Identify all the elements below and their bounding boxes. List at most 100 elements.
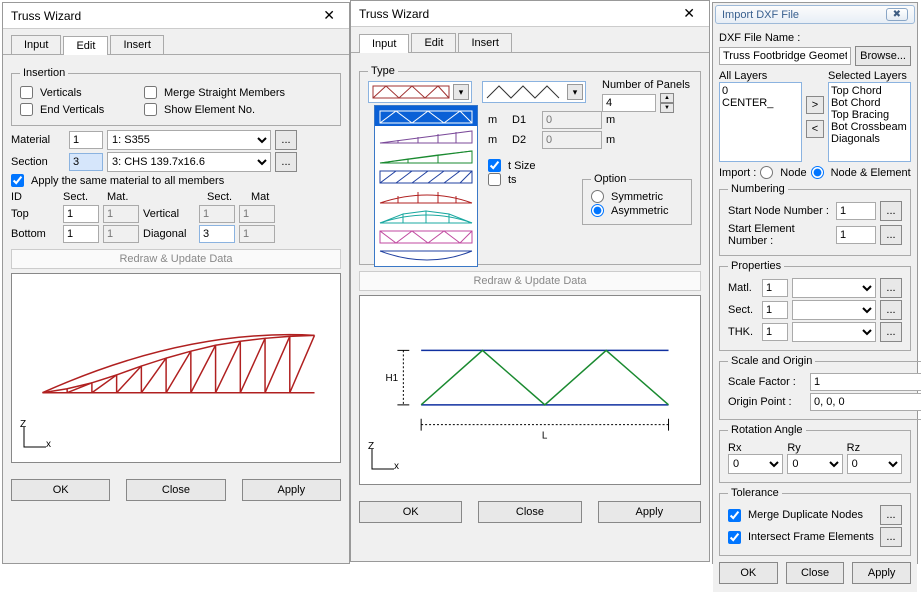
merge-nodes-browse[interactable]: ... (880, 505, 902, 525)
diagonal-sect[interactable] (199, 225, 235, 243)
ok-button[interactable]: OK (719, 562, 778, 584)
sect-select[interactable] (792, 300, 876, 320)
verticals-checkbox[interactable] (20, 86, 33, 99)
show-elem-checkbox[interactable] (144, 103, 157, 116)
rz-select[interactable]: 0 (847, 454, 902, 474)
tab-edit[interactable]: Edit (411, 33, 456, 52)
id-header: ID (11, 191, 59, 203)
browse-button[interactable]: Browse... (855, 46, 911, 66)
section-id[interactable] (69, 153, 103, 171)
merge-nodes-checkbox[interactable] (728, 509, 741, 522)
matl-id[interactable] (762, 279, 788, 297)
d1-label: D1 (512, 114, 538, 126)
panels-spinner-down[interactable]: ▼ (660, 103, 674, 113)
close-icon[interactable]: ✖ (886, 8, 908, 21)
import-node-radio[interactable] (760, 166, 773, 179)
material-id[interactable] (69, 131, 103, 149)
material-select[interactable]: 1: S355 (107, 130, 271, 150)
list-item[interactable]: Bot Crossbeam (831, 121, 908, 133)
section-select[interactable]: 3: CHS 139.7x16.6 (107, 152, 271, 172)
list-item[interactable]: Top Chord (831, 85, 908, 97)
type-combo-1[interactable]: ▾ (368, 81, 472, 103)
close-button[interactable]: Close (786, 562, 845, 584)
type-combo-2[interactable]: ▾ (482, 81, 586, 103)
ry-select[interactable]: 0 (787, 454, 842, 474)
dialog-buttons: OK Close Apply (351, 493, 709, 531)
all-layers-list[interactable]: 0 CENTER_ (719, 82, 802, 162)
list-item[interactable]: Diagonals (831, 133, 908, 145)
ok-button[interactable]: OK (359, 501, 462, 523)
close-button[interactable]: Close (126, 479, 225, 501)
type-option-7[interactable] (375, 226, 477, 246)
tab-edit[interactable]: Edit (63, 36, 108, 55)
list-item[interactable]: Bot Chord (831, 97, 908, 109)
t-size-checkbox[interactable] (488, 159, 501, 172)
apply-button[interactable]: Apply (242, 479, 341, 501)
rx-select[interactable]: 0 (728, 454, 783, 474)
bottom-mat (103, 225, 139, 243)
section-browse-button[interactable]: ... (275, 152, 297, 172)
move-left-button[interactable]: < (806, 120, 824, 138)
merge-checkbox[interactable] (144, 86, 157, 99)
type-option-2[interactable] (375, 126, 477, 146)
apply-button[interactable]: Apply (852, 562, 911, 584)
intersect-checkbox[interactable] (728, 531, 741, 544)
scale-field[interactable] (810, 373, 921, 391)
tab-insert[interactable]: Insert (110, 35, 164, 54)
redraw-button[interactable]: Redraw & Update Data (11, 249, 341, 269)
intersect-browse[interactable]: ... (880, 527, 902, 547)
start-node-browse[interactable]: ... (880, 201, 902, 221)
sect-id[interactable] (762, 301, 788, 319)
top-sect[interactable] (63, 205, 99, 223)
selected-layers-list[interactable]: Top Chord Bot Chord Top Bracing Bot Cros… (828, 82, 911, 162)
tab-input[interactable]: Input (359, 34, 409, 53)
redraw-button[interactable]: Redraw & Update Data (359, 271, 701, 291)
apply-same-checkbox[interactable] (11, 174, 24, 187)
selected-layers-label: Selected Layers (828, 70, 911, 82)
list-item[interactable]: 0 (722, 85, 799, 97)
list-item[interactable]: CENTER_ (722, 97, 799, 109)
material-browse-button[interactable]: ... (275, 130, 297, 150)
close-icon[interactable]: ✕ (677, 5, 701, 22)
list-item[interactable]: Top Bracing (831, 109, 908, 121)
type-option-5[interactable] (375, 186, 477, 206)
import-node-elem-radio[interactable] (811, 166, 824, 179)
type-option-8[interactable] (375, 246, 477, 266)
apply-button[interactable]: Apply (598, 501, 701, 523)
thk-select[interactable] (792, 322, 876, 342)
type-option-3[interactable] (375, 146, 477, 166)
symmetric-radio[interactable] (591, 190, 604, 203)
type-option-warren[interactable] (375, 106, 477, 126)
origin-label: Origin Point : (728, 396, 806, 408)
vertical-sect (199, 205, 235, 223)
file-field[interactable] (719, 47, 851, 65)
sect-header-2: Sect. (207, 191, 247, 203)
close-button[interactable]: Close (478, 501, 581, 523)
type-option-4[interactable] (375, 166, 477, 186)
move-right-button[interactable]: > (806, 96, 824, 114)
origin-field[interactable] (810, 393, 921, 411)
start-node-field[interactable] (836, 202, 876, 220)
thk-id[interactable] (762, 323, 788, 341)
close-icon[interactable]: ✕ (317, 7, 341, 24)
end-verticals-checkbox[interactable] (20, 103, 33, 116)
tab-input[interactable]: Input (11, 35, 61, 54)
start-elem-browse[interactable]: ... (880, 225, 902, 245)
thk-browse[interactable]: ... (880, 322, 902, 342)
insertion-group: Insertion Verticals Merge Straight Membe… (11, 67, 341, 126)
rz-label: Rz (847, 442, 902, 454)
diagonal-mat (239, 225, 275, 243)
type-option-6[interactable] (375, 206, 477, 226)
type-dropdown[interactable] (374, 105, 478, 267)
bottom-sect[interactable] (63, 225, 99, 243)
matl-select[interactable] (792, 278, 876, 298)
truss-wizard-input-dialog: Truss Wizard ✕ Input Edit Insert Type Nu… (350, 0, 710, 562)
tab-insert[interactable]: Insert (458, 33, 512, 52)
sect-browse[interactable]: ... (880, 300, 902, 320)
asymmetric-radio[interactable] (591, 204, 604, 217)
ok-button[interactable]: OK (11, 479, 110, 501)
ts-checkbox[interactable] (488, 173, 501, 186)
start-elem-field[interactable] (836, 226, 876, 244)
svg-text:H1: H1 (386, 373, 399, 384)
matl-browse[interactable]: ... (880, 278, 902, 298)
